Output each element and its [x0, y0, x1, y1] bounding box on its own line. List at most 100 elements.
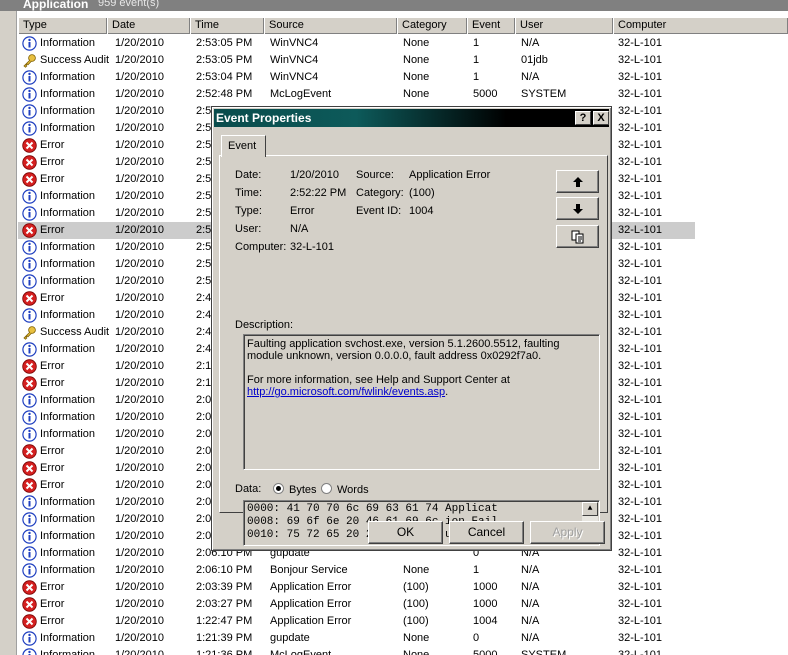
cell-date: 1/20/2010 [115, 394, 164, 406]
next-event-button[interactable] [556, 197, 599, 220]
col-type[interactable]: Type [18, 18, 107, 34]
table-row[interactable]: Error 1/20/2010 2:03:39 PM Application Erro… [18, 579, 788, 596]
cell-date: 1/20/2010 [115, 496, 164, 508]
cell-category: None [403, 71, 430, 83]
description-box[interactable]: Faulting application svchost.exe, versio… [243, 334, 600, 470]
col-event[interactable]: Event [467, 18, 515, 34]
table-row[interactable]: Information 1/20/2010 2:06:10 PM Bonjour Se… [18, 562, 788, 579]
cell-computer: 32-L-101 [618, 581, 663, 593]
cell-time: 2:03:39 PM [196, 581, 253, 593]
event-id-label: Event ID: [356, 205, 402, 217]
bytes-radio[interactable] [273, 483, 284, 494]
col-user[interactable]: User [515, 18, 613, 34]
cell-type: Error [40, 445, 65, 457]
cell-type: Information [40, 37, 96, 49]
cell-date: 1/20/2010 [115, 632, 164, 644]
cell-user: SYSTEM [521, 88, 567, 100]
cell-type: Error [40, 598, 65, 610]
cell-date: 1/20/2010 [115, 445, 164, 457]
error-icon [22, 291, 37, 306]
cell-user: 01jdb [521, 54, 548, 66]
previous-event-button[interactable] [556, 170, 599, 193]
key-icon [23, 326, 36, 340]
info-icon [22, 189, 37, 204]
table-row[interactable]: Information 1/20/2010 2:53:05 PM WinVNC4 Non… [18, 35, 788, 52]
table-row[interactable]: Error 1/20/2010 1:22:47 PM Application Erro… [18, 613, 788, 630]
table-row[interactable]: Information 1/20/2010 1:21:36 PM McLogEvent… [18, 647, 788, 655]
table-row[interactable]: Information 1/20/2010 1:21:39 PM gupdate Non… [18, 630, 788, 647]
scroll-up-button[interactable]: ▲ [582, 502, 598, 516]
col-time[interactable]: Time [190, 18, 264, 34]
help-link[interactable]: http://go.microsoft.com/fwlink/events.as… [247, 386, 445, 398]
cell-date: 1/20/2010 [115, 139, 164, 151]
dialog-titlebar[interactable]: Event Properties ? X [214, 109, 609, 127]
cell-date: 1/20/2010 [115, 224, 164, 236]
error-icon [22, 155, 37, 170]
cell-computer: 32-L-101 [618, 37, 663, 49]
source-value: Application Error [409, 169, 491, 181]
cell-computer: 32-L-101 [618, 156, 663, 168]
cell-time: 2:53:04 PM [196, 71, 253, 83]
time-label: Time: [235, 187, 263, 199]
user-value: N/A [290, 223, 309, 235]
cell-category: (100) [403, 615, 429, 627]
cell-date: 1/20/2010 [115, 105, 164, 117]
error-icon [22, 597, 37, 612]
time-value: 2:52:22 PM [290, 187, 347, 199]
cell-category: None [403, 37, 430, 49]
cell-date: 1/20/2010 [115, 173, 164, 185]
col-category[interactable]: Category [397, 18, 467, 34]
table-row[interactable]: Information 1/20/2010 2:52:48 PM McLogEvent… [18, 86, 788, 103]
info-icon [22, 512, 37, 527]
cell-computer: 32-L-101 [618, 428, 663, 440]
col-source[interactable]: Source [264, 18, 397, 34]
cell-category: None [403, 88, 430, 100]
cell-time: 2:52:48 PM [196, 88, 253, 100]
cell-date: 1/20/2010 [115, 190, 164, 202]
cell-date: 1/20/2010 [115, 54, 164, 66]
cell-event: 5000 [473, 88, 498, 100]
cell-category: None [403, 649, 430, 655]
words-radio[interactable] [321, 483, 332, 494]
cell-type: Error [40, 479, 65, 491]
cell-type: Information [40, 343, 96, 355]
tab-event[interactable]: Event [221, 135, 266, 157]
info-icon [22, 529, 37, 544]
cell-event: 1 [473, 71, 480, 83]
cell-user: N/A [521, 632, 540, 644]
cell-date: 1/20/2010 [115, 326, 164, 338]
cell-date: 1/20/2010 [115, 122, 164, 134]
cell-date: 1/20/2010 [115, 547, 164, 559]
copy-button[interactable] [556, 225, 599, 248]
cancel-button[interactable]: Cancel [449, 521, 524, 544]
apply-button[interactable]: Apply [530, 521, 605, 544]
info-icon [22, 257, 37, 272]
cell-computer: 32-L-101 [618, 479, 663, 491]
cell-date: 1/20/2010 [115, 598, 164, 610]
cell-user: N/A [521, 598, 540, 610]
table-row[interactable]: Error 1/20/2010 2:03:27 PM Application Erro… [18, 596, 788, 613]
cell-computer: 32-L-101 [618, 343, 663, 355]
cell-source: McLogEvent [270, 649, 332, 655]
col-computer[interactable]: Computer [613, 18, 788, 34]
cell-type: Information [40, 649, 96, 655]
description-end: . [445, 386, 449, 398]
help-button[interactable]: ? [575, 111, 591, 125]
table-row[interactable]: Success Audit 1/20/2010 2:53:05 PM WinVNC4 N… [18, 52, 788, 69]
cell-computer: 32-L-101 [618, 496, 663, 508]
cell-date: 1/20/2010 [115, 428, 164, 440]
table-row[interactable]: Information 1/20/2010 2:53:04 PM WinVNC4 Non… [18, 69, 788, 86]
cell-date: 1/20/2010 [115, 564, 164, 576]
cell-source: WinVNC4 [270, 37, 319, 49]
cell-computer: 32-L-101 [618, 207, 663, 219]
category-label: Category: [356, 187, 404, 199]
close-button[interactable]: X [593, 111, 609, 125]
event-count: 959 event(s) [98, 0, 160, 9]
data-label: Data: [235, 483, 262, 495]
col-date[interactable]: Date [107, 18, 190, 34]
cell-type: Error [40, 462, 65, 474]
cell-computer: 32-L-101 [618, 173, 663, 185]
ok-button[interactable]: OK [368, 521, 443, 544]
cell-source: gupdate [270, 632, 310, 644]
info-icon [22, 308, 37, 323]
